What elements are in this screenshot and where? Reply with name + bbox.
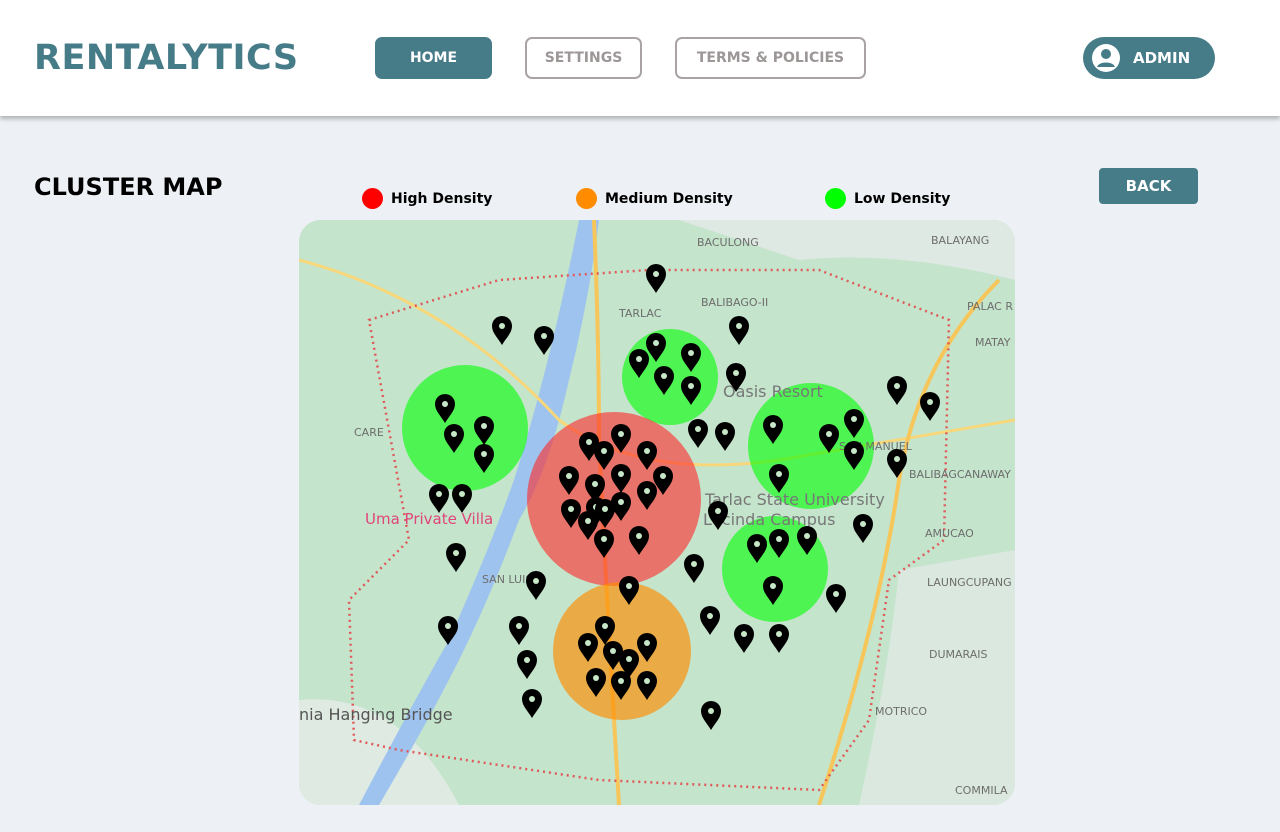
legend-label: Low Density <box>854 190 951 207</box>
map-place-label: AMUCAO <box>925 527 974 540</box>
cluster-map[interactable]: BACULONG BALAYANG BALIBAGO-II PALAC R MATAY C… <box>299 220 1015 805</box>
map-place-label: BALIBAGCANAWAY <box>909 468 1011 481</box>
map-place-label: MOTRICO <box>875 705 927 718</box>
medium-density-dot <box>576 188 597 209</box>
map-place-label: MATAY <box>975 336 1011 349</box>
admin-label: ADMIN <box>1133 49 1191 67</box>
map-place-label: DUMARAIS <box>929 648 988 661</box>
legend-high: High Density <box>362 188 492 209</box>
map-place-label: BALAYANG <box>931 234 989 247</box>
map-place-label: LAUNGCUPANG <box>927 576 1012 589</box>
map-place-label: TARLAC <box>618 307 662 320</box>
page-title: CLUSTER MAP <box>34 173 223 201</box>
top-header: RENTALYTICS HOME SETTINGS TERMS & POLICI… <box>0 0 1280 116</box>
nav-home-button[interactable]: HOME <box>375 37 492 79</box>
map-place-label: CARE <box>354 426 384 439</box>
legend-low: Low Density <box>825 188 950 209</box>
nav-settings-button[interactable]: SETTINGS <box>525 37 642 79</box>
low-density-cluster[interactable] <box>402 365 528 491</box>
legend-label: High Density <box>391 190 493 207</box>
map-place-label: Uma Private Villa <box>365 510 493 528</box>
legend-label: Medium Density <box>605 190 733 207</box>
nav-terms-button[interactable]: TERMS & POLICIES <box>675 37 866 79</box>
app-logo[interactable]: RENTALYTICS <box>34 38 299 78</box>
legend-medium: Medium Density <box>576 188 733 209</box>
back-button[interactable]: BACK <box>1099 168 1198 204</box>
high-density-dot <box>362 188 383 209</box>
map-place-label: Tarlac State University <box>704 490 885 509</box>
map-place-label: BALIBAGO-II <box>701 296 768 309</box>
low-density-dot <box>825 188 846 209</box>
map-place-label: nia Hanging Bridge <box>299 705 453 724</box>
user-avatar-icon <box>1092 44 1120 72</box>
map-place-label: BACULONG <box>697 236 759 249</box>
map-place-label: COMMILA <box>955 784 1008 797</box>
map-place-label: SAN LUIS <box>482 573 532 586</box>
admin-account-button[interactable]: ADMIN <box>1083 37 1215 79</box>
map-place-label: PALAC R <box>967 300 1013 313</box>
